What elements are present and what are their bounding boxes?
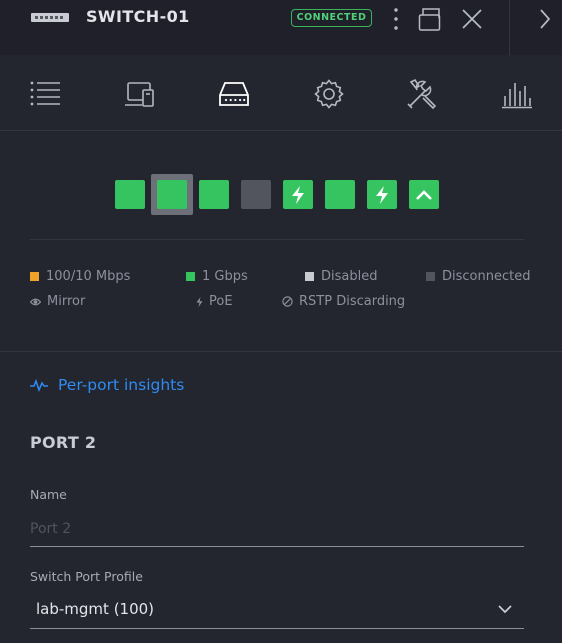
ports-icon	[219, 82, 249, 106]
legend-label: PoE	[209, 294, 233, 309]
tab-devices[interactable]	[123, 77, 157, 111]
panel-header: SWITCH-01 CONNECTED	[0, 0, 562, 55]
collapse-panel-button[interactable]	[532, 6, 558, 32]
switch-port-profile-select[interactable]: lab-mgmt (100)	[30, 590, 524, 629]
legend-disabled: Disabled	[305, 269, 377, 284]
close-icon	[462, 9, 482, 29]
legend-disconnected: Disconnected	[426, 269, 530, 284]
legend-label: 100/10 Mbps	[46, 269, 131, 284]
legend-label: Disabled	[321, 269, 378, 284]
port-name-input[interactable]	[30, 512, 524, 547]
list-icon	[30, 81, 60, 106]
header-divider	[509, 0, 510, 55]
legend-1-gbps: 1 Gbps	[186, 269, 248, 284]
poe-bolt-icon	[376, 185, 388, 204]
tab-ports[interactable]	[217, 77, 251, 111]
status-badge: CONNECTED	[291, 9, 372, 27]
blocked-icon	[282, 296, 293, 307]
white-swatch	[305, 272, 314, 281]
profile-value: lab-mgmt (100)	[36, 600, 155, 618]
eye-icon	[30, 298, 41, 305]
panel-toolbar	[0, 55, 562, 131]
port-2[interactable]	[157, 180, 187, 209]
port-5[interactable]	[283, 180, 313, 209]
port-4[interactable]	[241, 180, 271, 209]
popout-window-icon	[418, 8, 441, 31]
uplink-chevron-icon	[416, 189, 432, 200]
orange-swatch	[30, 272, 39, 281]
popout-button[interactable]	[417, 6, 443, 32]
port-3[interactable]	[199, 180, 229, 209]
tools-icon	[407, 78, 437, 110]
green-swatch	[186, 272, 195, 281]
section-divider	[0, 351, 562, 352]
legend-label: RSTP Discarding	[299, 294, 406, 309]
chevron-down-icon	[498, 604, 512, 613]
insights-label: Per-port insights	[58, 376, 185, 394]
port-title: PORT 2	[30, 433, 97, 452]
pulse-icon	[30, 378, 48, 392]
poe-bolt-icon	[292, 185, 304, 204]
tab-settings[interactable]	[312, 77, 346, 111]
section-divider	[30, 239, 524, 240]
more-vertical-icon	[394, 8, 398, 30]
tab-statistics[interactable]	[500, 77, 534, 111]
switch-device-icon	[31, 13, 69, 22]
more-options-button[interactable]	[388, 6, 404, 32]
chevron-right-icon	[540, 9, 551, 29]
settings-gear-icon	[314, 79, 344, 109]
switch-port-profile-label: Switch Port Profile	[30, 569, 143, 584]
legend-100-10-mbps: 100/10 Mbps	[30, 269, 130, 284]
port-8[interactable]	[409, 180, 439, 209]
devices-icon	[125, 82, 154, 107]
port-1[interactable]	[115, 180, 145, 209]
port-7[interactable]	[367, 180, 397, 209]
legend-rstp-discarding: RSTP Discarding	[282, 294, 405, 309]
port-6[interactable]	[325, 180, 355, 209]
legend-mirror: Mirror	[30, 294, 85, 309]
close-button[interactable]	[459, 6, 485, 32]
name-label: Name	[30, 487, 67, 502]
legend-label: 1 Gbps	[202, 269, 248, 284]
legend-poe: PoE	[196, 294, 233, 309]
gray-swatch	[426, 272, 435, 281]
statistics-icon	[502, 83, 532, 109]
legend-label: Disconnected	[442, 269, 531, 284]
device-title: SWITCH-01	[86, 7, 190, 26]
per-port-insights-link[interactable]: Per-port insights	[30, 376, 184, 394]
legend-label: Mirror	[47, 294, 86, 309]
bolt-icon	[196, 296, 203, 307]
tab-tools[interactable]	[406, 77, 440, 111]
tab-overview[interactable]	[28, 77, 62, 111]
